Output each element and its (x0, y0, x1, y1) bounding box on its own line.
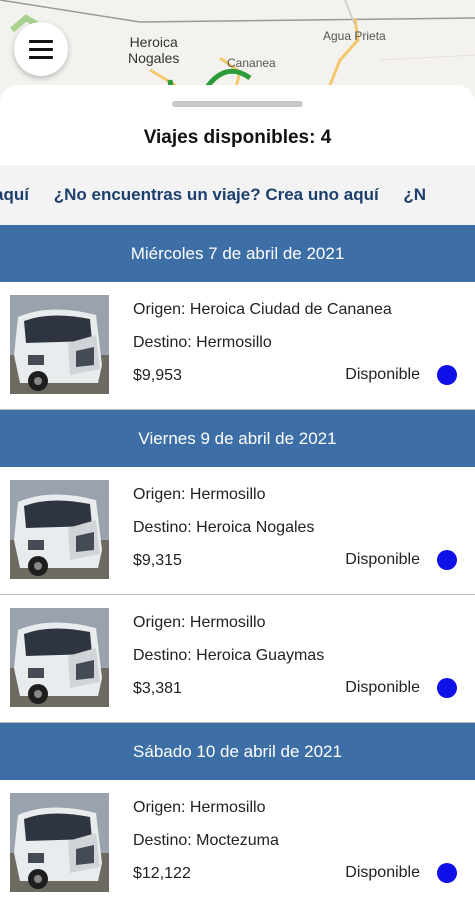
trip-destination: Destino: Hermosillo (133, 334, 272, 351)
trips-bottom-sheet[interactable]: Viajes disponibles: 4 a uno aquí ¿No enc… (0, 85, 475, 900)
trip-card[interactable]: Origen: Hermosillo Destino: Moctezuma $1… (0, 780, 475, 900)
trip-card[interactable]: Origen: Hermosillo Destino: Heroica Noga… (0, 467, 475, 595)
trips-list[interactable]: Miércoles 7 de abril de 2021 Origen: Her… (0, 225, 475, 900)
truck-thumbnail (10, 793, 109, 892)
date-header: Sábado 10 de abril de 2021 (0, 723, 475, 780)
map-city-label-agua-prieta: Agua Prieta (323, 29, 386, 43)
create-trip-banner[interactable]: a uno aquí ¿No encuentras un viaje? Crea… (0, 165, 475, 227)
trip-price: $12,122 (133, 865, 191, 882)
map-city-label-cananea: Cananea (227, 56, 276, 70)
trip-price: $9,315 (133, 552, 182, 569)
sheet-drag-handle[interactable] (172, 101, 303, 107)
trip-status: Disponible (345, 551, 420, 568)
status-dot-icon (437, 365, 457, 385)
menu-button[interactable] (14, 22, 68, 76)
trip-origin: Origen: Hermosillo (133, 799, 266, 816)
trip-destination: Destino: Moctezuma (133, 832, 279, 849)
truck-thumbnail (10, 608, 109, 707)
truck-thumbnail (10, 480, 109, 579)
trip-origin: Origen: Hermosillo (133, 486, 266, 503)
trip-card[interactable]: Origen: Heroica Ciudad de Cananea Destin… (0, 282, 475, 410)
trips-count-title: Viajes disponibles: 4 (143, 127, 332, 148)
trip-destination: Destino: Heroica Nogales (133, 519, 315, 536)
date-header: Viernes 9 de abril de 2021 (0, 410, 475, 467)
hamburger-menu-icon (29, 39, 53, 43)
status-dot-icon (437, 678, 457, 698)
trip-origin: Origen: Heroica Ciudad de Cananea (133, 301, 392, 318)
map-city-label-nogales: Heroica Nogales (128, 34, 180, 66)
date-header: Miércoles 7 de abril de 2021 (0, 225, 475, 282)
trip-status: Disponible (345, 366, 420, 383)
trip-price: $3,381 (133, 680, 182, 697)
truck-thumbnail (10, 295, 109, 394)
trip-status: Disponible (345, 864, 420, 881)
trip-destination: Destino: Heroica Guaymas (133, 647, 325, 664)
status-dot-icon (437, 863, 457, 883)
trip-origin: Origen: Hermosillo (133, 614, 266, 631)
trip-status: Disponible (345, 679, 420, 696)
status-dot-icon (437, 550, 457, 570)
trip-card[interactable]: Origen: Hermosillo Destino: Heroica Guay… (0, 595, 475, 723)
create-trip-banner-text[interactable]: a uno aquí ¿No encuentras un viaje? Crea… (0, 185, 446, 205)
